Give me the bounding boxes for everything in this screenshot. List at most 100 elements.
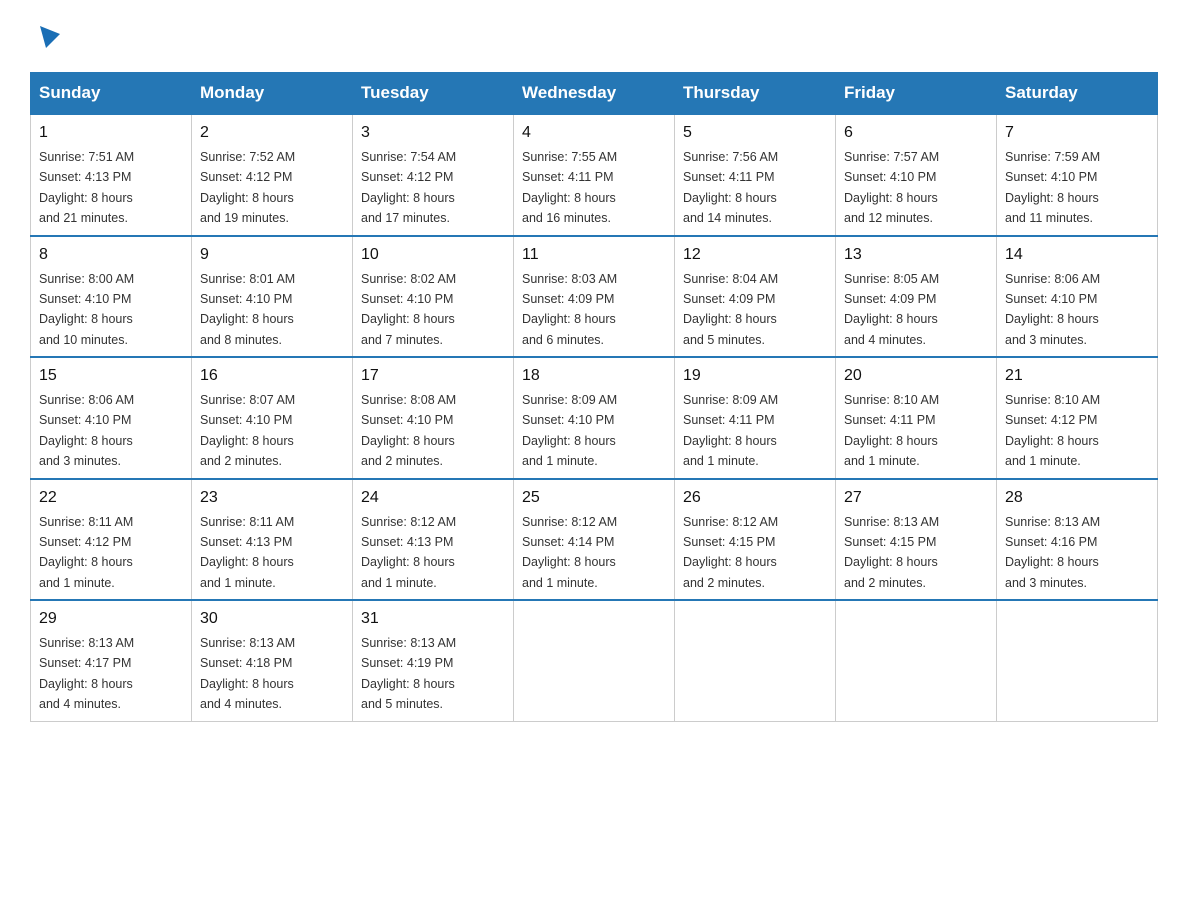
calendar-cell: 22 Sunrise: 8:11 AMSunset: 4:12 PMDaylig… [31,479,192,601]
calendar-cell: 4 Sunrise: 7:55 AMSunset: 4:11 PMDayligh… [514,114,675,236]
day-info: Sunrise: 7:56 AMSunset: 4:11 PMDaylight:… [683,150,778,225]
day-info: Sunrise: 8:03 AMSunset: 4:09 PMDaylight:… [522,272,617,347]
calendar-table: SundayMondayTuesdayWednesdayThursdayFrid… [30,72,1158,722]
calendar-cell: 3 Sunrise: 7:54 AMSunset: 4:12 PMDayligh… [353,114,514,236]
calendar-cell: 12 Sunrise: 8:04 AMSunset: 4:09 PMDaylig… [675,236,836,358]
day-number: 16 [200,364,344,388]
day-number: 1 [39,121,183,145]
logo-triangle-icon [32,20,64,52]
calendar-cell: 24 Sunrise: 8:12 AMSunset: 4:13 PMDaylig… [353,479,514,601]
calendar-cell: 5 Sunrise: 7:56 AMSunset: 4:11 PMDayligh… [675,114,836,236]
day-info: Sunrise: 8:12 AMSunset: 4:15 PMDaylight:… [683,515,778,590]
calendar-cell: 20 Sunrise: 8:10 AMSunset: 4:11 PMDaylig… [836,357,997,479]
day-info: Sunrise: 8:11 AMSunset: 4:13 PMDaylight:… [200,515,294,590]
logo-general [30,20,64,52]
day-info: Sunrise: 8:08 AMSunset: 4:10 PMDaylight:… [361,393,456,468]
day-number: 2 [200,121,344,145]
day-number: 26 [683,486,827,510]
day-info: Sunrise: 8:13 AMSunset: 4:15 PMDaylight:… [844,515,939,590]
calendar-cell: 13 Sunrise: 8:05 AMSunset: 4:09 PMDaylig… [836,236,997,358]
day-info: Sunrise: 8:01 AMSunset: 4:10 PMDaylight:… [200,272,295,347]
day-number: 27 [844,486,988,510]
day-info: Sunrise: 8:13 AMSunset: 4:16 PMDaylight:… [1005,515,1100,590]
day-info: Sunrise: 8:09 AMSunset: 4:11 PMDaylight:… [683,393,778,468]
calendar-cell: 9 Sunrise: 8:01 AMSunset: 4:10 PMDayligh… [192,236,353,358]
day-number: 22 [39,486,183,510]
day-info: Sunrise: 8:04 AMSunset: 4:09 PMDaylight:… [683,272,778,347]
day-number: 3 [361,121,505,145]
day-info: Sunrise: 8:10 AMSunset: 4:11 PMDaylight:… [844,393,939,468]
weekday-header-monday: Monday [192,73,353,115]
day-number: 12 [683,243,827,267]
calendar-cell: 8 Sunrise: 8:00 AMSunset: 4:10 PMDayligh… [31,236,192,358]
calendar-cell: 10 Sunrise: 8:02 AMSunset: 4:10 PMDaylig… [353,236,514,358]
calendar-cell [997,600,1158,721]
calendar-cell: 11 Sunrise: 8:03 AMSunset: 4:09 PMDaylig… [514,236,675,358]
calendar-cell: 21 Sunrise: 8:10 AMSunset: 4:12 PMDaylig… [997,357,1158,479]
calendar-cell [836,600,997,721]
day-number: 21 [1005,364,1149,388]
day-info: Sunrise: 7:55 AMSunset: 4:11 PMDaylight:… [522,150,617,225]
day-info: Sunrise: 8:12 AMSunset: 4:13 PMDaylight:… [361,515,456,590]
calendar-cell: 6 Sunrise: 7:57 AMSunset: 4:10 PMDayligh… [836,114,997,236]
calendar-cell [514,600,675,721]
day-info: Sunrise: 8:09 AMSunset: 4:10 PMDaylight:… [522,393,617,468]
calendar-cell: 15 Sunrise: 8:06 AMSunset: 4:10 PMDaylig… [31,357,192,479]
weekday-header-sunday: Sunday [31,73,192,115]
day-number: 4 [522,121,666,145]
day-number: 29 [39,607,183,631]
day-info: Sunrise: 8:13 AMSunset: 4:17 PMDaylight:… [39,636,134,711]
day-number: 17 [361,364,505,388]
week-row-2: 8 Sunrise: 8:00 AMSunset: 4:10 PMDayligh… [31,236,1158,358]
day-info: Sunrise: 8:13 AMSunset: 4:18 PMDaylight:… [200,636,295,711]
day-number: 24 [361,486,505,510]
day-number: 5 [683,121,827,145]
day-info: Sunrise: 8:05 AMSunset: 4:09 PMDaylight:… [844,272,939,347]
calendar-cell: 30 Sunrise: 8:13 AMSunset: 4:18 PMDaylig… [192,600,353,721]
day-info: Sunrise: 7:57 AMSunset: 4:10 PMDaylight:… [844,150,939,225]
day-info: Sunrise: 8:07 AMSunset: 4:10 PMDaylight:… [200,393,295,468]
day-number: 18 [522,364,666,388]
day-info: Sunrise: 7:52 AMSunset: 4:12 PMDaylight:… [200,150,295,225]
day-number: 31 [361,607,505,631]
weekday-header-thursday: Thursday [675,73,836,115]
calendar-cell: 28 Sunrise: 8:13 AMSunset: 4:16 PMDaylig… [997,479,1158,601]
week-row-5: 29 Sunrise: 8:13 AMSunset: 4:17 PMDaylig… [31,600,1158,721]
calendar-cell: 27 Sunrise: 8:13 AMSunset: 4:15 PMDaylig… [836,479,997,601]
calendar-cell: 7 Sunrise: 7:59 AMSunset: 4:10 PMDayligh… [997,114,1158,236]
day-number: 20 [844,364,988,388]
day-number: 23 [200,486,344,510]
day-number: 30 [200,607,344,631]
calendar-cell: 2 Sunrise: 7:52 AMSunset: 4:12 PMDayligh… [192,114,353,236]
day-number: 8 [39,243,183,267]
calendar-cell: 29 Sunrise: 8:13 AMSunset: 4:17 PMDaylig… [31,600,192,721]
day-number: 9 [200,243,344,267]
calendar-cell: 25 Sunrise: 8:12 AMSunset: 4:14 PMDaylig… [514,479,675,601]
calendar-cell: 26 Sunrise: 8:12 AMSunset: 4:15 PMDaylig… [675,479,836,601]
logo [30,20,64,52]
day-info: Sunrise: 8:06 AMSunset: 4:10 PMDaylight:… [39,393,134,468]
day-info: Sunrise: 8:00 AMSunset: 4:10 PMDaylight:… [39,272,134,347]
weekday-header-saturday: Saturday [997,73,1158,115]
day-number: 15 [39,364,183,388]
day-number: 19 [683,364,827,388]
day-number: 28 [1005,486,1149,510]
day-info: Sunrise: 8:13 AMSunset: 4:19 PMDaylight:… [361,636,456,711]
day-number: 6 [844,121,988,145]
day-info: Sunrise: 8:06 AMSunset: 4:10 PMDaylight:… [1005,272,1100,347]
day-info: Sunrise: 7:51 AMSunset: 4:13 PMDaylight:… [39,150,134,225]
calendar-cell: 17 Sunrise: 8:08 AMSunset: 4:10 PMDaylig… [353,357,514,479]
calendar-cell: 19 Sunrise: 8:09 AMSunset: 4:11 PMDaylig… [675,357,836,479]
day-number: 14 [1005,243,1149,267]
day-info: Sunrise: 7:59 AMSunset: 4:10 PMDaylight:… [1005,150,1100,225]
day-number: 13 [844,243,988,267]
page-header [30,20,1158,52]
calendar-cell: 31 Sunrise: 8:13 AMSunset: 4:19 PMDaylig… [353,600,514,721]
day-number: 11 [522,243,666,267]
weekday-header-tuesday: Tuesday [353,73,514,115]
calendar-cell: 1 Sunrise: 7:51 AMSunset: 4:13 PMDayligh… [31,114,192,236]
day-info: Sunrise: 7:54 AMSunset: 4:12 PMDaylight:… [361,150,456,225]
day-number: 25 [522,486,666,510]
week-row-4: 22 Sunrise: 8:11 AMSunset: 4:12 PMDaylig… [31,479,1158,601]
weekday-header-friday: Friday [836,73,997,115]
